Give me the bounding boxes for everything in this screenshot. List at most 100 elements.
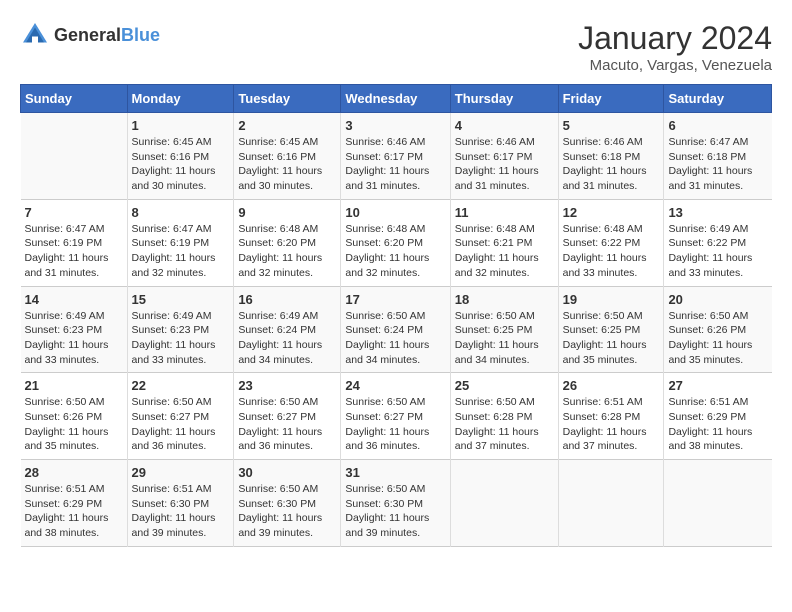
calendar-cell: 4 Sunrise: 6:46 AMSunset: 6:17 PMDaylight…	[450, 113, 558, 200]
day-info: Sunrise: 6:51 AMSunset: 6:29 PMDaylight:…	[25, 482, 123, 541]
day-number: 10	[345, 205, 445, 220]
day-number: 18	[455, 292, 554, 307]
day-number: 24	[345, 378, 445, 393]
calendar-cell: 30Sunrise: 6:50 AMSunset: 6:30 PMDayligh…	[234, 460, 341, 547]
day-info: Sunrise: 6:50 AMSunset: 6:30 PMDaylight:…	[345, 482, 445, 541]
logo-general: General	[54, 25, 121, 45]
day-info: Sunrise: 6:45 AMSunset: 6:16 PMDaylight:…	[238, 135, 336, 194]
calendar-week-5: 28 Sunrise: 6:51 AMSunset: 6:29 PMDayligh…	[21, 460, 772, 547]
calendar-cell: 11 Sunrise: 6:48 AMSunset: 6:21 PMDayligh…	[450, 199, 558, 286]
day-info: Sunrise: 6:50 AMSunset: 6:24 PMDaylight:…	[345, 309, 445, 368]
day-info: Sunrise: 6:51 AMSunset: 6:29 PMDaylight:…	[668, 395, 767, 454]
day-header-sunday: Sunday	[21, 85, 128, 113]
day-info: Sunrise: 6:49 AMSunset: 6:23 PMDaylight:…	[132, 309, 230, 368]
calendar-header: SundayMondayTuesdayWednesdayThursdayFrid…	[21, 85, 772, 113]
day-number: 4	[455, 118, 554, 133]
calendar-cell: 24Sunrise: 6:50 AMSunset: 6:27 PMDayligh…	[341, 373, 450, 460]
day-number: 1	[132, 118, 230, 133]
day-info: Sunrise: 6:50 AMSunset: 6:26 PMDaylight:…	[25, 395, 123, 454]
day-number: 17	[345, 292, 445, 307]
calendar-cell	[664, 460, 772, 547]
day-number: 21	[25, 378, 123, 393]
day-info: Sunrise: 6:51 AMSunset: 6:28 PMDaylight:…	[563, 395, 660, 454]
calendar-title: January 2024	[578, 20, 772, 57]
day-number: 25	[455, 378, 554, 393]
day-number: 5	[563, 118, 660, 133]
day-info: Sunrise: 6:50 AMSunset: 6:28 PMDaylight:…	[455, 395, 554, 454]
day-info: Sunrise: 6:51 AMSunset: 6:30 PMDaylight:…	[132, 482, 230, 541]
day-header-tuesday: Tuesday	[234, 85, 341, 113]
calendar-cell	[558, 460, 664, 547]
day-number: 31	[345, 465, 445, 480]
calendar-cell: 29Sunrise: 6:51 AMSunset: 6:30 PMDayligh…	[127, 460, 234, 547]
day-info: Sunrise: 6:50 AMSunset: 6:30 PMDaylight:…	[238, 482, 336, 541]
day-header-friday: Friday	[558, 85, 664, 113]
calendar-cell: 1 Sunrise: 6:45 AMSunset: 6:16 PMDaylight…	[127, 113, 234, 200]
calendar-cell: 17 Sunrise: 6:50 AMSunset: 6:24 PMDayligh…	[341, 286, 450, 373]
day-info: Sunrise: 6:47 AMSunset: 6:18 PMDaylight:…	[668, 135, 767, 194]
day-info: Sunrise: 6:46 AMSunset: 6:17 PMDaylight:…	[345, 135, 445, 194]
day-info: Sunrise: 6:50 AMSunset: 6:27 PMDaylight:…	[132, 395, 230, 454]
day-info: Sunrise: 6:47 AMSunset: 6:19 PMDaylight:…	[132, 222, 230, 281]
day-info: Sunrise: 6:50 AMSunset: 6:25 PMDaylight:…	[563, 309, 660, 368]
calendar-cell	[21, 113, 128, 200]
day-info: Sunrise: 6:49 AMSunset: 6:22 PMDaylight:…	[668, 222, 767, 281]
calendar-cell: 2Sunrise: 6:45 AMSunset: 6:16 PMDaylight…	[234, 113, 341, 200]
day-number: 13	[668, 205, 767, 220]
calendar-cell: 10 Sunrise: 6:48 AMSunset: 6:20 PMDayligh…	[341, 199, 450, 286]
calendar-cell: 31 Sunrise: 6:50 AMSunset: 6:30 PMDayligh…	[341, 460, 450, 547]
calendar-table: SundayMondayTuesdayWednesdayThursdayFrid…	[20, 84, 772, 547]
day-number: 19	[563, 292, 660, 307]
calendar-cell: 5 Sunrise: 6:46 AMSunset: 6:18 PMDaylight…	[558, 113, 664, 200]
calendar-week-2: 7 Sunrise: 6:47 AMSunset: 6:19 PMDaylight…	[21, 199, 772, 286]
calendar-cell: 8 Sunrise: 6:47 AMSunset: 6:19 PMDaylight…	[127, 199, 234, 286]
calendar-subtitle: Macuto, Vargas, Venezuela	[578, 57, 772, 74]
day-info: Sunrise: 6:48 AMSunset: 6:21 PMDaylight:…	[455, 222, 554, 281]
title-block: January 2024 Macuto, Vargas, Venezuela	[578, 20, 772, 74]
day-header-monday: Monday	[127, 85, 234, 113]
calendar-week-3: 14Sunrise: 6:49 AMSunset: 6:23 PMDayligh…	[21, 286, 772, 373]
day-number: 28	[25, 465, 123, 480]
calendar-cell: 16 Sunrise: 6:49 AMSunset: 6:24 PMDayligh…	[234, 286, 341, 373]
day-info: Sunrise: 6:49 AMSunset: 6:24 PMDaylight:…	[238, 309, 336, 368]
day-number: 22	[132, 378, 230, 393]
day-number: 15	[132, 292, 230, 307]
calendar-cell: 12Sunrise: 6:48 AMSunset: 6:22 PMDayligh…	[558, 199, 664, 286]
calendar-cell: 27 Sunrise: 6:51 AMSunset: 6:29 PMDayligh…	[664, 373, 772, 460]
day-number: 16	[238, 292, 336, 307]
day-info: Sunrise: 6:48 AMSunset: 6:20 PMDaylight:…	[345, 222, 445, 281]
calendar-cell: 9Sunrise: 6:48 AMSunset: 6:20 PMDaylight…	[234, 199, 341, 286]
calendar-cell: 7Sunrise: 6:47 AMSunset: 6:19 PMDaylight…	[21, 199, 128, 286]
calendar-cell: 22 Sunrise: 6:50 AMSunset: 6:27 PMDayligh…	[127, 373, 234, 460]
day-number: 3	[345, 118, 445, 133]
logo-blue: Blue	[121, 25, 160, 45]
page-header: GeneralBlue January 2024 Macuto, Vargas,…	[20, 20, 772, 74]
day-number: 8	[132, 205, 230, 220]
day-header-saturday: Saturday	[664, 85, 772, 113]
day-number: 26	[563, 378, 660, 393]
day-info: Sunrise: 6:45 AMSunset: 6:16 PMDaylight:…	[132, 135, 230, 194]
calendar-cell	[450, 460, 558, 547]
day-info: Sunrise: 6:46 AMSunset: 6:17 PMDaylight:…	[455, 135, 554, 194]
calendar-cell: 19 Sunrise: 6:50 AMSunset: 6:25 PMDayligh…	[558, 286, 664, 373]
day-info: Sunrise: 6:50 AMSunset: 6:27 PMDaylight:…	[238, 395, 336, 454]
calendar-cell: 23 Sunrise: 6:50 AMSunset: 6:27 PMDayligh…	[234, 373, 341, 460]
day-info: Sunrise: 6:49 AMSunset: 6:23 PMDaylight:…	[25, 309, 123, 368]
day-number: 9	[238, 205, 336, 220]
day-info: Sunrise: 6:46 AMSunset: 6:18 PMDaylight:…	[563, 135, 660, 194]
calendar-cell: 20Sunrise: 6:50 AMSunset: 6:26 PMDayligh…	[664, 286, 772, 373]
day-header-wednesday: Wednesday	[341, 85, 450, 113]
calendar-cell: 18 Sunrise: 6:50 AMSunset: 6:25 PMDayligh…	[450, 286, 558, 373]
calendar-cell: 26 Sunrise: 6:51 AMSunset: 6:28 PMDayligh…	[558, 373, 664, 460]
calendar-cell: 3 Sunrise: 6:46 AMSunset: 6:17 PMDaylight…	[341, 113, 450, 200]
calendar-cell: 14Sunrise: 6:49 AMSunset: 6:23 PMDayligh…	[21, 286, 128, 373]
day-number: 27	[668, 378, 767, 393]
day-number: 11	[455, 205, 554, 220]
calendar-cell: 25 Sunrise: 6:50 AMSunset: 6:28 PMDayligh…	[450, 373, 558, 460]
calendar-week-1: 1 Sunrise: 6:45 AMSunset: 6:16 PMDaylight…	[21, 113, 772, 200]
day-number: 7	[25, 205, 123, 220]
calendar-cell: 6Sunrise: 6:47 AMSunset: 6:18 PMDaylight…	[664, 113, 772, 200]
day-number: 23	[238, 378, 336, 393]
day-info: Sunrise: 6:50 AMSunset: 6:25 PMDaylight:…	[455, 309, 554, 368]
logo-icon	[20, 20, 50, 50]
